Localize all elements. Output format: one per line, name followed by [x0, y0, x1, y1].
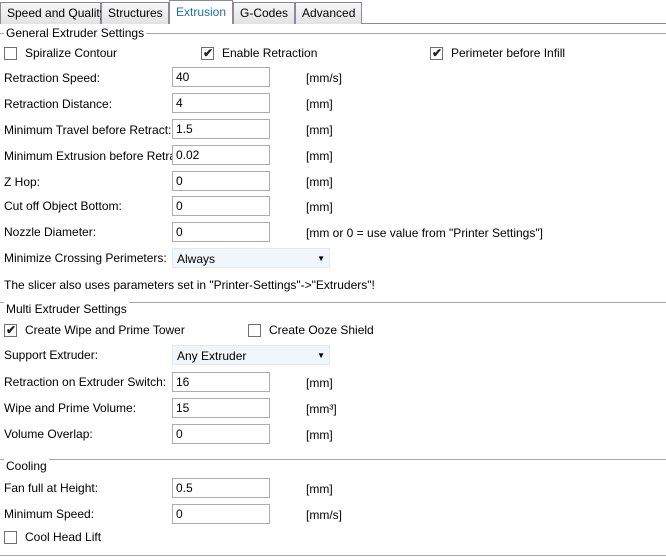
perimeter-before-infill-label: Perimeter before Infill: [451, 46, 566, 60]
volume-overlap-unit: [mm]: [306, 428, 333, 442]
min-travel-label: Minimum Travel before Retract:: [4, 123, 172, 137]
bottom-border: [0, 555, 666, 556]
checkbox-box: [248, 323, 261, 337]
spiralize-contour-label: Spiralize Contour: [25, 46, 118, 60]
ooze-shield-label: Create Ooze Shield: [269, 323, 374, 337]
retraction-speed-unit: [mm/s]: [306, 71, 342, 85]
wipe-tower-label: Create Wipe and Prime Tower: [25, 323, 185, 337]
retraction-distance-input[interactable]: [172, 93, 270, 113]
retraction-distance-unit: [mm]: [306, 97, 333, 111]
fan-full-label: Fan full at Height:: [4, 481, 99, 495]
general-group-title: General Extruder Settings: [4, 26, 147, 40]
checkbox-box: [4, 46, 17, 60]
support-extruder-label: Support Extruder:: [4, 348, 99, 362]
nozzle-diameter-unit: [mm or 0 = use value from "Printer Setti…: [306, 226, 543, 240]
enable-retraction-label: Enable Retraction: [222, 46, 318, 60]
cut-off-bottom-input[interactable]: [172, 196, 270, 216]
min-speed-input[interactable]: [172, 504, 270, 524]
support-extruder-dropdown[interactable]: Any Extruder ▼: [172, 345, 330, 365]
volume-overlap-input[interactable]: [172, 424, 270, 444]
cool-head-lift-checkbox[interactable]: Cool Head Lift: [4, 530, 101, 544]
volume-overlap-label: Volume Overlap:: [4, 427, 93, 441]
retraction-switch-unit: [mm]: [306, 376, 333, 390]
tab-g-codes[interactable]: G-Codes: [233, 2, 295, 24]
wipe-volume-label: Wipe and Prime Volume:: [4, 401, 137, 415]
cooling-group-border: [0, 459, 666, 460]
dropdown-arrow-icon: ▼: [317, 351, 325, 360]
perimeter-before-infill-checkbox[interactable]: ✔ Perimeter before Infill: [430, 46, 565, 60]
min-crossing-label: Minimize Crossing Perimeters:: [4, 251, 167, 265]
tab-extrusion[interactable]: Extrusion: [169, 0, 233, 24]
min-extrusion-unit: [mm]: [306, 149, 333, 163]
retraction-speed-input[interactable]: [172, 67, 270, 87]
enable-retraction-checkbox[interactable]: ✔ Enable Retraction: [201, 46, 317, 60]
checkbox-box: [4, 530, 17, 544]
spiralize-contour-checkbox[interactable]: Spiralize Contour: [4, 46, 117, 60]
check-mark-icon: ✔: [6, 322, 17, 337]
ooze-shield-checkbox[interactable]: Create Ooze Shield: [248, 323, 374, 337]
multi-group-title: Multi Extruder Settings: [4, 302, 129, 316]
min-travel-unit: [mm]: [306, 123, 333, 137]
min-crossing-value: Always: [177, 252, 216, 266]
fan-full-unit: [mm]: [306, 482, 333, 496]
wipe-tower-checkbox[interactable]: ✔ Create Wipe and Prime Tower: [4, 323, 185, 337]
min-extrusion-input[interactable]: [172, 145, 270, 165]
tab-strip: Speed and Quality Structures Extrusion G…: [0, 0, 666, 24]
tab-structures[interactable]: Structures: [101, 2, 169, 24]
dropdown-arrow-icon: ▼: [317, 254, 325, 263]
nozzle-diameter-input[interactable]: [172, 222, 270, 242]
min-speed-label: Minimum Speed:: [4, 507, 95, 521]
check-mark-icon: ✔: [203, 45, 214, 60]
z-hop-label: Z Hop:: [4, 175, 41, 189]
wipe-volume-unit: [mm³]: [306, 402, 337, 416]
tab-advanced[interactable]: Advanced: [295, 2, 362, 24]
check-mark-icon: ✔: [432, 45, 443, 60]
checkbox-box: ✔: [4, 322, 17, 337]
retraction-distance-label: Retraction Distance:: [4, 97, 113, 111]
min-speed-unit: [mm/s]: [306, 508, 342, 522]
cool-head-lift-label: Cool Head Lift: [25, 530, 102, 544]
checkbox-box: ✔: [201, 45, 214, 60]
wipe-volume-input[interactable]: [172, 398, 270, 418]
min-extrusion-label: Minimum Extrusion before Retract:: [4, 149, 189, 163]
retraction-switch-label: Retraction on Extruder Switch:: [4, 375, 167, 389]
extruder-settings-note: The slicer also uses parameters set in "…: [4, 278, 375, 292]
min-travel-input[interactable]: [172, 119, 270, 139]
nozzle-diameter-label: Nozzle Diameter:: [4, 225, 97, 239]
z-hop-input[interactable]: [172, 171, 270, 191]
fan-full-input[interactable]: [172, 478, 270, 498]
cooling-group-title: Cooling: [4, 459, 49, 473]
min-crossing-dropdown[interactable]: Always ▼: [172, 248, 330, 268]
z-hop-unit: [mm]: [306, 175, 333, 189]
retraction-speed-label: Retraction Speed:: [4, 71, 101, 85]
cut-off-bottom-unit: [mm]: [306, 200, 333, 214]
checkbox-box: ✔: [430, 45, 443, 60]
support-extruder-value: Any Extruder: [177, 349, 247, 363]
retraction-switch-input[interactable]: [172, 372, 270, 392]
cut-off-bottom-label: Cut off Object Bottom:: [4, 199, 122, 213]
tab-speed-and-quality[interactable]: Speed and Quality: [0, 2, 106, 24]
